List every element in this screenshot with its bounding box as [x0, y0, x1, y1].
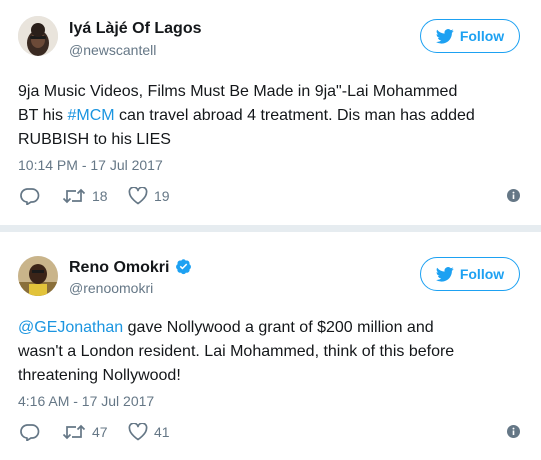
reply-button[interactable]: [20, 423, 40, 441]
display-name[interactable]: Iyá Làjé Of Lagos: [69, 20, 201, 38]
heart-icon: [128, 423, 148, 441]
hashtag-link[interactable]: #MCM: [68, 107, 115, 124]
avatar[interactable]: [18, 256, 58, 296]
timestamp[interactable]: 4:16 AM - 17 Jul 2017: [18, 393, 154, 409]
reply-button[interactable]: [20, 187, 40, 205]
display-name[interactable]: Reno Omokri: [69, 258, 192, 277]
follow-button-label: Follow: [459, 28, 505, 44]
verified-badge-icon: [176, 259, 192, 275]
like-count: 41: [154, 424, 170, 440]
username[interactable]: @newscantell: [69, 42, 156, 58]
like-button[interactable]: 19: [128, 187, 170, 205]
retweet-button[interactable]: 47: [62, 423, 108, 441]
retweet-count: 18: [92, 188, 108, 204]
follow-button[interactable]: Follow: [420, 257, 520, 291]
avatar[interactable]: [18, 16, 58, 56]
tweet-card: Iyá Làjé Of Lagos @newscantell Follow 9j…: [0, 0, 541, 226]
twitter-bird-icon: [435, 266, 454, 282]
info-icon[interactable]: [507, 189, 520, 202]
tweet-text-line: RUBBISH to his LIES: [18, 131, 171, 148]
tweet-text-segment: BT his: [18, 107, 68, 124]
retweet-icon: [62, 188, 86, 204]
timestamp[interactable]: 10:14 PM - 17 Jul 2017: [18, 157, 163, 173]
username[interactable]: @renoomokri: [69, 280, 153, 296]
tweet-text-line: threatening Nollywood!: [18, 367, 181, 384]
avatar-image: [18, 256, 58, 296]
heart-icon: [128, 187, 148, 205]
reply-icon: [20, 424, 40, 441]
like-button[interactable]: 41: [128, 423, 170, 441]
tweet-text: @GEJonathan gave Nollywood a grant of $2…: [18, 316, 523, 388]
tweet-text-line: wasn't a London resident. Lai Mohammed, …: [18, 343, 455, 360]
follow-button[interactable]: Follow: [420, 19, 520, 53]
tweet-text-segment: gave Nollywood a grant of $200 million a…: [123, 319, 434, 336]
tweet-text-line: 9ja Music Videos, Films Must Be Made in …: [18, 83, 458, 100]
display-name-text: Reno Omokri: [69, 259, 170, 276]
tweet-text: 9ja Music Videos, Films Must Be Made in …: [18, 80, 523, 152]
retweet-count: 47: [92, 424, 108, 440]
avatar-image: [18, 16, 58, 56]
follow-button-label: Follow: [459, 266, 505, 282]
info-icon[interactable]: [507, 425, 520, 438]
tweet-text-segment: can travel abroad 4 treatment. Dis man h…: [114, 107, 475, 124]
tweet-card: Reno Omokri @renoomokri Follow @GEJonath…: [0, 226, 541, 460]
twitter-bird-icon: [435, 28, 454, 44]
retweet-icon: [62, 424, 86, 440]
retweet-button[interactable]: 18: [62, 187, 108, 205]
mention-link[interactable]: @GEJonathan: [18, 319, 123, 336]
like-count: 19: [154, 188, 170, 204]
reply-icon: [20, 188, 40, 205]
